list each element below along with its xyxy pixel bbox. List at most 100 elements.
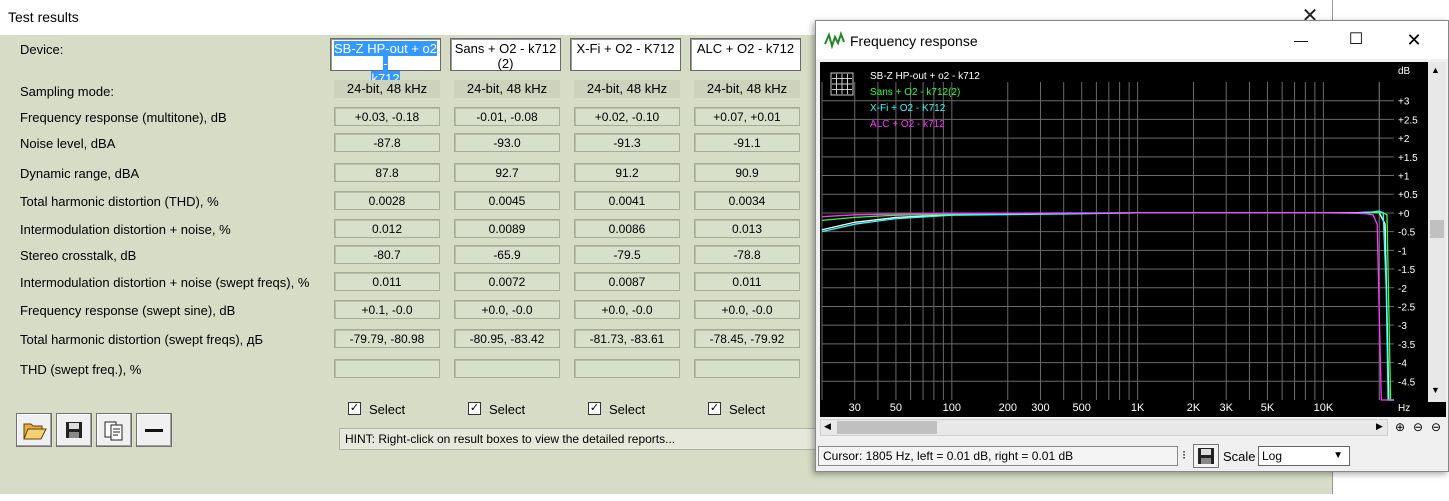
- close-button[interactable]: ✕: [1399, 27, 1429, 53]
- select-checkbox[interactable]: ✓: [468, 402, 481, 415]
- minus-icon: [145, 429, 163, 432]
- result-box[interactable]: 0.0028: [334, 191, 440, 210]
- device-name-cell[interactable]: ALC + O2 - k712: [690, 38, 801, 71]
- vertical-scrollbar[interactable]: ▲ ▼: [1428, 62, 1446, 402]
- result-box[interactable]: 0.012: [334, 219, 440, 238]
- result-box[interactable]: 90.9: [694, 163, 800, 182]
- chevron-down-icon: ▼: [1333, 450, 1343, 461]
- scroll-up-arrow-icon[interactable]: ▲: [1431, 65, 1440, 75]
- result-box[interactable]: -78.8: [694, 245, 800, 264]
- result-box[interactable]: 0.0089: [454, 219, 560, 238]
- device-name-cell[interactable]: X-Fi + O2 - K712: [570, 38, 681, 71]
- result-box[interactable]: -65.9: [454, 245, 560, 264]
- select-label[interactable]: Select: [489, 402, 525, 417]
- zoom-fit-icon[interactable]: ⊖: [1428, 420, 1444, 436]
- result-box[interactable]: 91.2: [574, 163, 680, 182]
- result-box[interactable]: 87.8: [334, 163, 440, 182]
- result-box[interactable]: 0.0087: [574, 272, 680, 291]
- device-name-cell[interactable]: Sans + O2 - k712 (2): [450, 38, 561, 71]
- result-box[interactable]: -79.79, -80.98: [334, 329, 440, 348]
- select-label[interactable]: Select: [609, 402, 645, 417]
- result-box[interactable]: 0.013: [694, 219, 800, 238]
- result-box[interactable]: 0.0034: [694, 191, 800, 210]
- select-checkbox[interactable]: ✓: [588, 402, 601, 415]
- y-tick-label: -1: [1398, 246, 1407, 257]
- waveform-app-icon: [824, 31, 846, 49]
- minimize-button[interactable]: —: [1286, 27, 1316, 53]
- result-box[interactable]: +0.02, -0.10: [574, 107, 680, 126]
- sampling-mode-value: 24-bit, 48 kHz: [334, 80, 440, 98]
- zoom-out-icon[interactable]: ⊖: [1410, 420, 1426, 436]
- select-label[interactable]: Select: [369, 402, 405, 417]
- result-box[interactable]: +0.03, -0.18: [334, 107, 440, 126]
- open-folder-icon: [23, 423, 47, 440]
- x-tick-label: 5K: [1261, 402, 1275, 414]
- row-label: Intermodulation distortion + noise, %: [20, 222, 231, 237]
- result-box[interactable]: -80.95, -83.42: [454, 329, 560, 348]
- result-box[interactable]: -0.01, -0.08: [454, 107, 560, 126]
- result-box[interactable]: +0.0, -0.0: [574, 300, 680, 319]
- result-box[interactable]: [334, 359, 440, 378]
- horizontal-scrollbar[interactable]: ◀ ▶: [820, 419, 1388, 436]
- result-box[interactable]: 0.011: [334, 272, 440, 291]
- y-tick-label: +1: [1398, 172, 1410, 183]
- result-box[interactable]: [694, 359, 800, 378]
- result-box[interactable]: -79.5: [574, 245, 680, 264]
- scale-value: Log: [1262, 449, 1283, 463]
- result-box[interactable]: +0.07, +0.01: [694, 107, 800, 126]
- select-checkbox[interactable]: ✓: [348, 402, 361, 415]
- scroll-thumb[interactable]: [837, 421, 937, 434]
- device-name-cell[interactable]: SB-Z HP-out + o2 - k712: [330, 38, 441, 86]
- y-tick-label: -3: [1398, 321, 1407, 332]
- result-box[interactable]: -91.1: [694, 133, 800, 152]
- result-box[interactable]: +0.1, -0.0: [334, 300, 440, 319]
- y-tick-label: -2.5: [1398, 302, 1416, 313]
- device-label: Device:: [20, 42, 64, 57]
- result-box[interactable]: 0.0045: [454, 191, 560, 210]
- chart-area[interactable]: +3 +2.5 +2 +1.5 +1 +0.5 +0 -0.5 -1 -1.5 -2 -2.5 -3 -3…: [820, 62, 1446, 417]
- frequency-response-window: Frequency response — ☐ ✕ +3 +2.5 +2 +1.5 +1 +…: [815, 20, 1449, 472]
- result-box[interactable]: 0.0086: [574, 219, 680, 238]
- result-box[interactable]: [574, 359, 680, 378]
- copy-button[interactable]: [96, 413, 132, 447]
- save-disk-icon: [66, 422, 82, 438]
- scroll-right-arrow-icon[interactable]: ▶: [1376, 421, 1383, 432]
- result-box[interactable]: 0.011: [694, 272, 800, 291]
- y-tick-label: +3: [1398, 97, 1410, 108]
- result-box[interactable]: 0.0041: [574, 191, 680, 210]
- scroll-thumb[interactable]: [1430, 220, 1444, 238]
- x-tick-label: 50: [890, 402, 902, 414]
- clip-icon: ⁝: [1182, 448, 1186, 462]
- copy-pages-icon: [104, 421, 123, 441]
- result-box[interactable]: +0.0, -0.0: [454, 300, 560, 319]
- maximize-button[interactable]: ☐: [1341, 27, 1371, 53]
- scroll-left-arrow-icon[interactable]: ◀: [824, 421, 831, 432]
- row-label: THD (swept freq.), %: [20, 362, 142, 377]
- result-box[interactable]: -87.8: [334, 133, 440, 152]
- select-checkbox[interactable]: ✓: [708, 402, 721, 415]
- row-label: Frequency response (swept sine), dB: [20, 303, 236, 318]
- result-box[interactable]: [454, 359, 560, 378]
- open-folder-button[interactable]: [16, 413, 52, 447]
- x-tick-label: 300: [1031, 402, 1049, 414]
- result-box[interactable]: -78.45, -79.92: [694, 329, 800, 348]
- result-box[interactable]: 92.7: [454, 163, 560, 182]
- zoom-in-icon[interactable]: ⊕: [1392, 420, 1408, 436]
- zoom-y-icon[interactable]: ⊕: [1428, 401, 1444, 417]
- select-label[interactable]: Select: [729, 402, 765, 417]
- remove-button[interactable]: [136, 413, 172, 447]
- scroll-down-arrow-icon[interactable]: ▼: [1431, 385, 1440, 395]
- y-tick-label: +2.5: [1398, 115, 1418, 126]
- scale-dropdown[interactable]: Log ▼: [1258, 446, 1350, 466]
- save-graph-button[interactable]: [1193, 444, 1219, 468]
- result-box[interactable]: 0.0072: [454, 272, 560, 291]
- result-box[interactable]: +0.0, -0.0: [694, 300, 800, 319]
- device-name-line: (2): [497, 56, 514, 71]
- save-button[interactable]: [56, 413, 92, 447]
- result-box[interactable]: -80.7: [334, 245, 440, 264]
- sampling-mode-value: 24-bit, 48 kHz: [454, 80, 560, 98]
- result-box[interactable]: -81.73, -83.61: [574, 329, 680, 348]
- y-tick-label: +2: [1398, 134, 1410, 145]
- result-box[interactable]: -91.3: [574, 133, 680, 152]
- result-box[interactable]: -93.0: [454, 133, 560, 152]
